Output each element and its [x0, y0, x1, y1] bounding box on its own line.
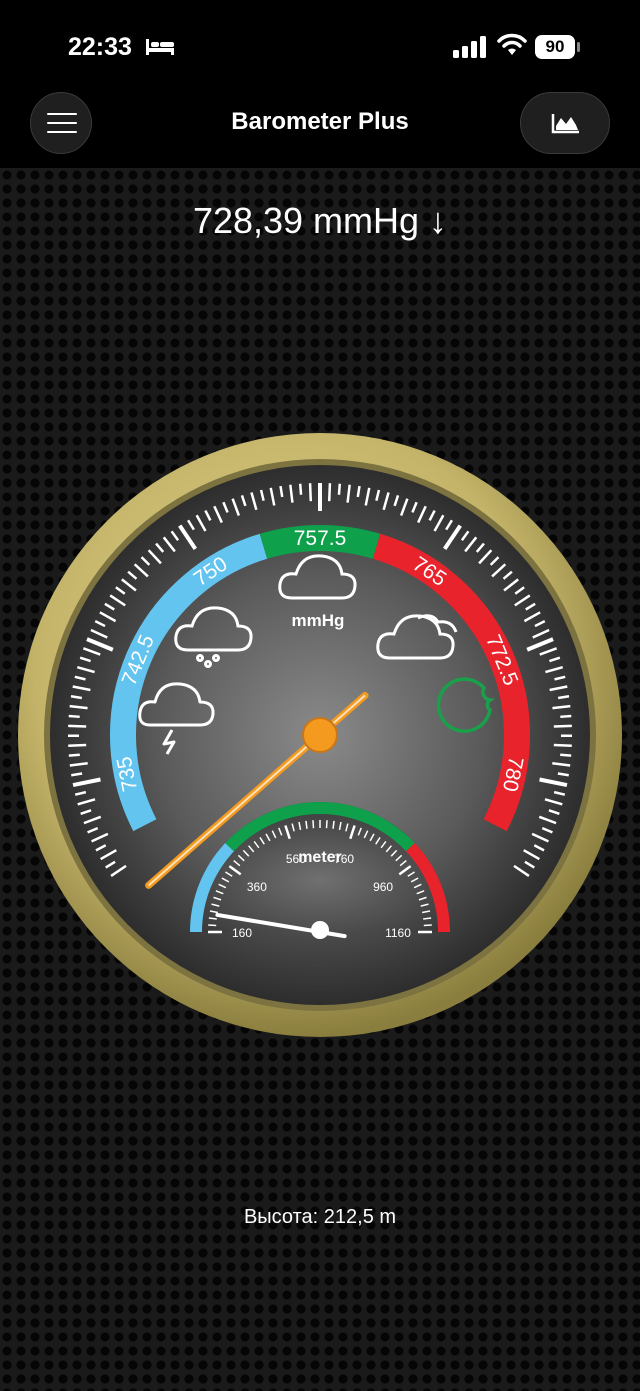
altimeter-label: 160 [232, 926, 252, 940]
barometer-gauge: 735742.5750757.5765772.5780 160360560 760… [18, 433, 622, 1037]
altimeter-unit: meter [298, 849, 342, 866]
area-chart-icon [551, 114, 579, 134]
gauge-tick [68, 714, 80, 719]
gauge-tick [298, 483, 303, 495]
altimeter-tick [312, 820, 315, 829]
altimeter-tick [208, 917, 217, 920]
altimeter-label: 960 [373, 880, 393, 894]
altimeter-tick [423, 924, 432, 927]
gauge-tick [553, 724, 572, 728]
altimeter-tick [423, 917, 432, 920]
pressure-reading: 728,39 mmHg ↓ [192, 200, 448, 241]
altitude-reading: Высота: 212,5 m [243, 1206, 397, 1228]
gauge-tick [279, 485, 284, 498]
gauge-tick [71, 772, 83, 777]
gauge-tick [327, 483, 332, 502]
gauge-tick [308, 483, 313, 502]
gauge-tick [557, 772, 569, 777]
wifi-icon [497, 33, 527, 55]
altimeter-tick [305, 820, 308, 829]
gauge-label: 757.5 [294, 527, 347, 550]
gauge-unit: mmHg [292, 611, 345, 630]
gauge-tick [560, 714, 572, 719]
gauge-tick [68, 743, 87, 747]
gauge-tick [560, 753, 572, 757]
status-time: 22:33 [68, 33, 132, 61]
pressure-needle-hub [302, 717, 338, 753]
battery-cap [577, 42, 580, 52]
gauge-tick [557, 695, 570, 700]
gauge-tick [356, 485, 361, 498]
gauge-tick [70, 695, 83, 700]
battery-indicator: 90 [535, 35, 575, 59]
altimeter-label: 360 [247, 880, 267, 894]
altimeter-tick [208, 924, 217, 927]
gauge-tick [553, 743, 572, 747]
altimeter-label: 1160 [385, 926, 411, 940]
altimeter-tick [325, 820, 328, 829]
gauge-tick [68, 724, 87, 728]
altimeter-needle-hub [311, 921, 329, 939]
cellular-signal-icon [453, 36, 486, 58]
gauge-tick [337, 483, 342, 495]
gauge-tick [68, 753, 80, 757]
bed-icon [146, 39, 174, 55]
altimeter-tick [332, 820, 335, 829]
chart-button[interactable] [520, 92, 610, 154]
